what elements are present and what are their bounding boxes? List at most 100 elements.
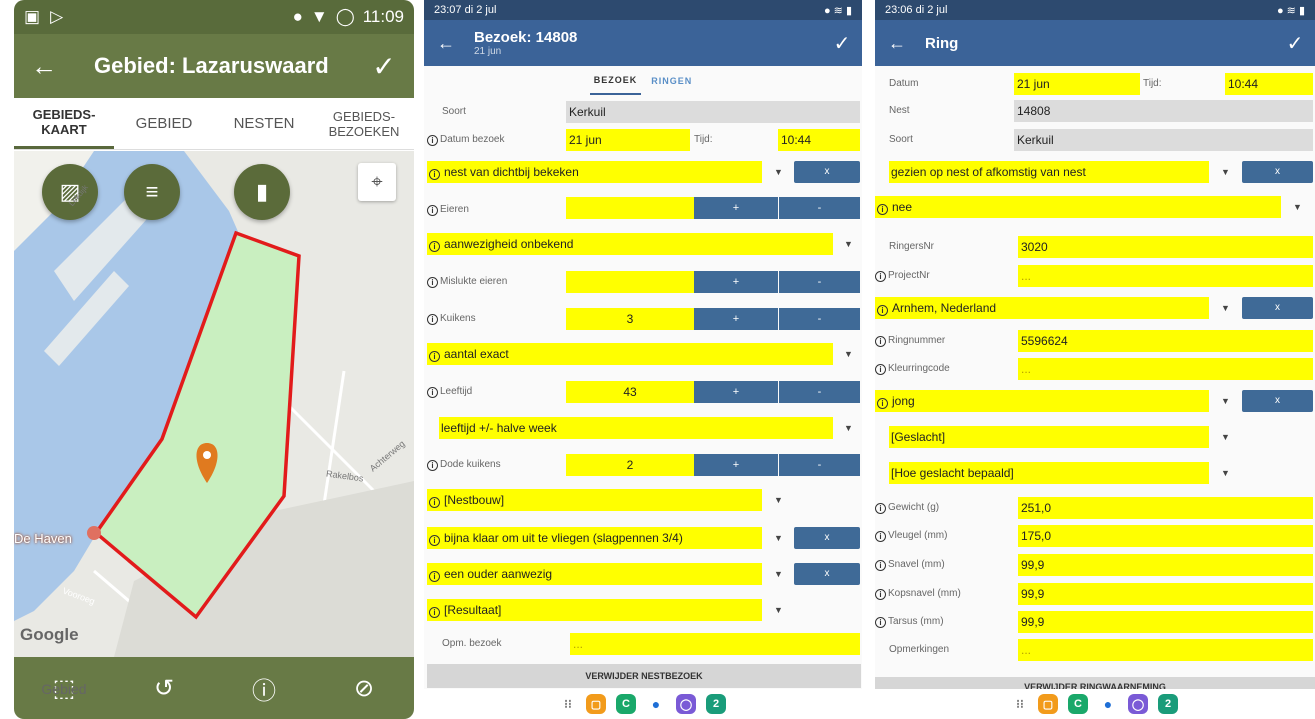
- mislukte-field[interactable]: [566, 271, 694, 293]
- dropdown-arrow-icon[interactable]: ▼: [774, 599, 783, 621]
- calendar-app-icon[interactable]: 2: [1158, 694, 1178, 714]
- browser-app-icon[interactable]: ◯: [676, 694, 696, 714]
- gewicht-field[interactable]: 251,0: [1018, 497, 1313, 519]
- dropdown-arrow-icon[interactable]: ▼: [774, 527, 783, 549]
- tab-nesten[interactable]: NESTEN: [214, 98, 314, 149]
- phone-app-icon[interactable]: C: [1068, 694, 1088, 714]
- resultaat-select[interactable]: i [Resultaat]: [427, 599, 762, 621]
- nee-select[interactable]: i nee: [875, 196, 1281, 218]
- nav-alert[interactable]: ⓘ: [214, 657, 314, 719]
- kleur-field[interactable]: ...: [1018, 358, 1313, 380]
- dropdown-arrow-icon[interactable]: ▼: [1221, 390, 1230, 412]
- clear-herkomst-button[interactable]: x: [1242, 161, 1313, 183]
- leeftijd-accuracy-select[interactable]: leeftijd +/- halve week: [439, 417, 833, 439]
- delete-button[interactable]: ▮: [234, 164, 290, 220]
- kuikens-minus-button[interactable]: -: [779, 308, 860, 330]
- filter-button[interactable]: ≡: [124, 164, 180, 220]
- nestbouw-select[interactable]: i [Nestbouw]: [427, 489, 762, 511]
- back-arrow-icon[interactable]: ←: [875, 33, 919, 54]
- ontwikkeling-select[interactable]: i bijna klaar om uit te vliegen (slagpenn…: [427, 527, 762, 549]
- leeftijd-minus-button[interactable]: -: [779, 381, 860, 403]
- folder-app-icon[interactable]: ▢: [586, 694, 606, 714]
- back-arrow-icon[interactable]: ←: [14, 51, 74, 82]
- messages-app-icon[interactable]: ●: [1098, 694, 1118, 714]
- dropdown-arrow-icon[interactable]: ▼: [844, 417, 853, 439]
- locatie-select[interactable]: i Arnhem, Nederland: [875, 297, 1209, 319]
- messages-app-icon[interactable]: ●: [646, 694, 666, 714]
- status-bar: 23:07 di 2 jul ● ≋ ▮: [424, 0, 862, 20]
- geslacht-methode-select[interactable]: [Hoe geslacht bepaald]: [889, 462, 1209, 484]
- opmerkingen-field[interactable]: ...: [1018, 639, 1313, 661]
- leeftijd-select[interactable]: i jong: [875, 390, 1209, 412]
- leeftijd-field[interactable]: 43: [566, 381, 694, 403]
- snavel-field[interactable]: 99,9: [1018, 554, 1313, 576]
- leeftijd-plus-button[interactable]: +: [694, 381, 778, 403]
- my-location-button[interactable]: ⌖: [358, 163, 396, 201]
- dropdown-arrow-icon[interactable]: ▼: [774, 563, 783, 585]
- herkomst-select[interactable]: gezien op nest of afkomstig van nest: [889, 161, 1209, 183]
- map-view[interactable]: ▨ ≡ ▮ ⌖ De Haven Google Rakelbos Achterw…: [14, 151, 414, 657]
- nav-area[interactable]: ⬚ Gebied: [14, 657, 114, 719]
- ringnummer-field[interactable]: 5596624: [1018, 330, 1313, 352]
- save-check-icon[interactable]: ✓: [1275, 31, 1315, 56]
- nest-select[interactable]: i nest van dichtbij bekeken: [427, 161, 762, 183]
- tijd-field[interactable]: 10:44: [1225, 73, 1313, 95]
- tab-ringen[interactable]: RINGEN: [647, 68, 696, 94]
- kuikens-plus-button[interactable]: +: [694, 308, 778, 330]
- ringers-field[interactable]: 3020: [1018, 236, 1313, 258]
- dropdown-arrow-icon[interactable]: ▼: [1221, 297, 1230, 319]
- kuikens-field[interactable]: 3: [566, 308, 694, 330]
- datum-field[interactable]: 21 jun: [1014, 73, 1140, 95]
- nav-compass[interactable]: ⊘: [314, 657, 414, 719]
- geslacht-select[interactable]: [Geslacht]: [889, 426, 1209, 448]
- browser-app-icon[interactable]: ◯: [1128, 694, 1148, 714]
- tab-gebiedskaart[interactable]: GEBIEDS- KAART: [14, 98, 114, 149]
- dropdown-arrow-icon[interactable]: ▼: [1293, 196, 1302, 218]
- clear-leeftijd-button[interactable]: x: [1242, 390, 1313, 412]
- back-arrow-icon[interactable]: ←: [424, 33, 468, 54]
- tab-gebied[interactable]: GEBIED: [114, 98, 214, 149]
- layer-image-button[interactable]: ▨: [42, 164, 98, 220]
- delete-visit-button[interactable]: VERWIJDER NESTBEZOEK: [427, 664, 861, 688]
- tarsus-field[interactable]: 99,9: [1018, 611, 1313, 633]
- dropdown-arrow-icon[interactable]: ▼: [844, 233, 853, 255]
- dropdown-arrow-icon[interactable]: ▼: [1221, 161, 1230, 183]
- tijd-field[interactable]: 10:44: [778, 129, 860, 151]
- mislukte-minus-button[interactable]: -: [779, 271, 860, 293]
- vleugel-field[interactable]: 175,0: [1018, 525, 1313, 547]
- eieren-plus-button[interactable]: +: [694, 197, 778, 219]
- info-icon: i: [427, 460, 438, 471]
- folder-app-icon[interactable]: ▢: [1038, 694, 1058, 714]
- aantal-select[interactable]: i aantal exact: [427, 343, 833, 365]
- ouder-select[interactable]: i een ouder aanwezig: [427, 563, 762, 585]
- nav-history[interactable]: ↺: [114, 657, 214, 719]
- save-check-icon[interactable]: ✓: [822, 31, 862, 56]
- datum-field[interactable]: 21 jun: [566, 129, 690, 151]
- eieren-minus-button[interactable]: -: [779, 197, 860, 219]
- clear-ouder-button[interactable]: x: [794, 563, 860, 585]
- tab-gebiedsbezoeken[interactable]: GEBIEDS- BEZOEKEN: [314, 98, 414, 149]
- dropdown-arrow-icon[interactable]: ▼: [774, 161, 783, 183]
- dropdown-arrow-icon[interactable]: ▼: [1221, 426, 1230, 448]
- save-check-icon[interactable]: ✓: [354, 50, 414, 83]
- opm-field[interactable]: ...: [570, 633, 860, 655]
- dropdown-arrow-icon[interactable]: ▼: [1221, 462, 1230, 484]
- dode-plus-button[interactable]: +: [694, 454, 778, 476]
- tab-bezoek[interactable]: BEZOEK: [589, 67, 642, 95]
- aanwezigheid-select[interactable]: i aanwezigheid onbekend: [427, 233, 833, 255]
- apps-grid-icon[interactable]: ⁝⁝: [1012, 694, 1028, 714]
- mislukte-plus-button[interactable]: +: [694, 271, 778, 293]
- clear-locatie-button[interactable]: x: [1242, 297, 1313, 319]
- apps-grid-icon[interactable]: ⁝⁝: [560, 694, 576, 714]
- calendar-app-icon[interactable]: 2: [706, 694, 726, 714]
- project-field[interactable]: ...: [1018, 265, 1313, 287]
- dode-minus-button[interactable]: -: [779, 454, 860, 476]
- dode-field[interactable]: 2: [566, 454, 694, 476]
- clear-nest-button[interactable]: x: [794, 161, 860, 183]
- eieren-field[interactable]: [566, 197, 694, 219]
- phone-app-icon[interactable]: C: [616, 694, 636, 714]
- clear-ontwikkeling-button[interactable]: x: [794, 527, 860, 549]
- dropdown-arrow-icon[interactable]: ▼: [774, 489, 783, 511]
- dropdown-arrow-icon[interactable]: ▼: [844, 343, 853, 365]
- kopsnavel-field[interactable]: 99,9: [1018, 583, 1313, 605]
